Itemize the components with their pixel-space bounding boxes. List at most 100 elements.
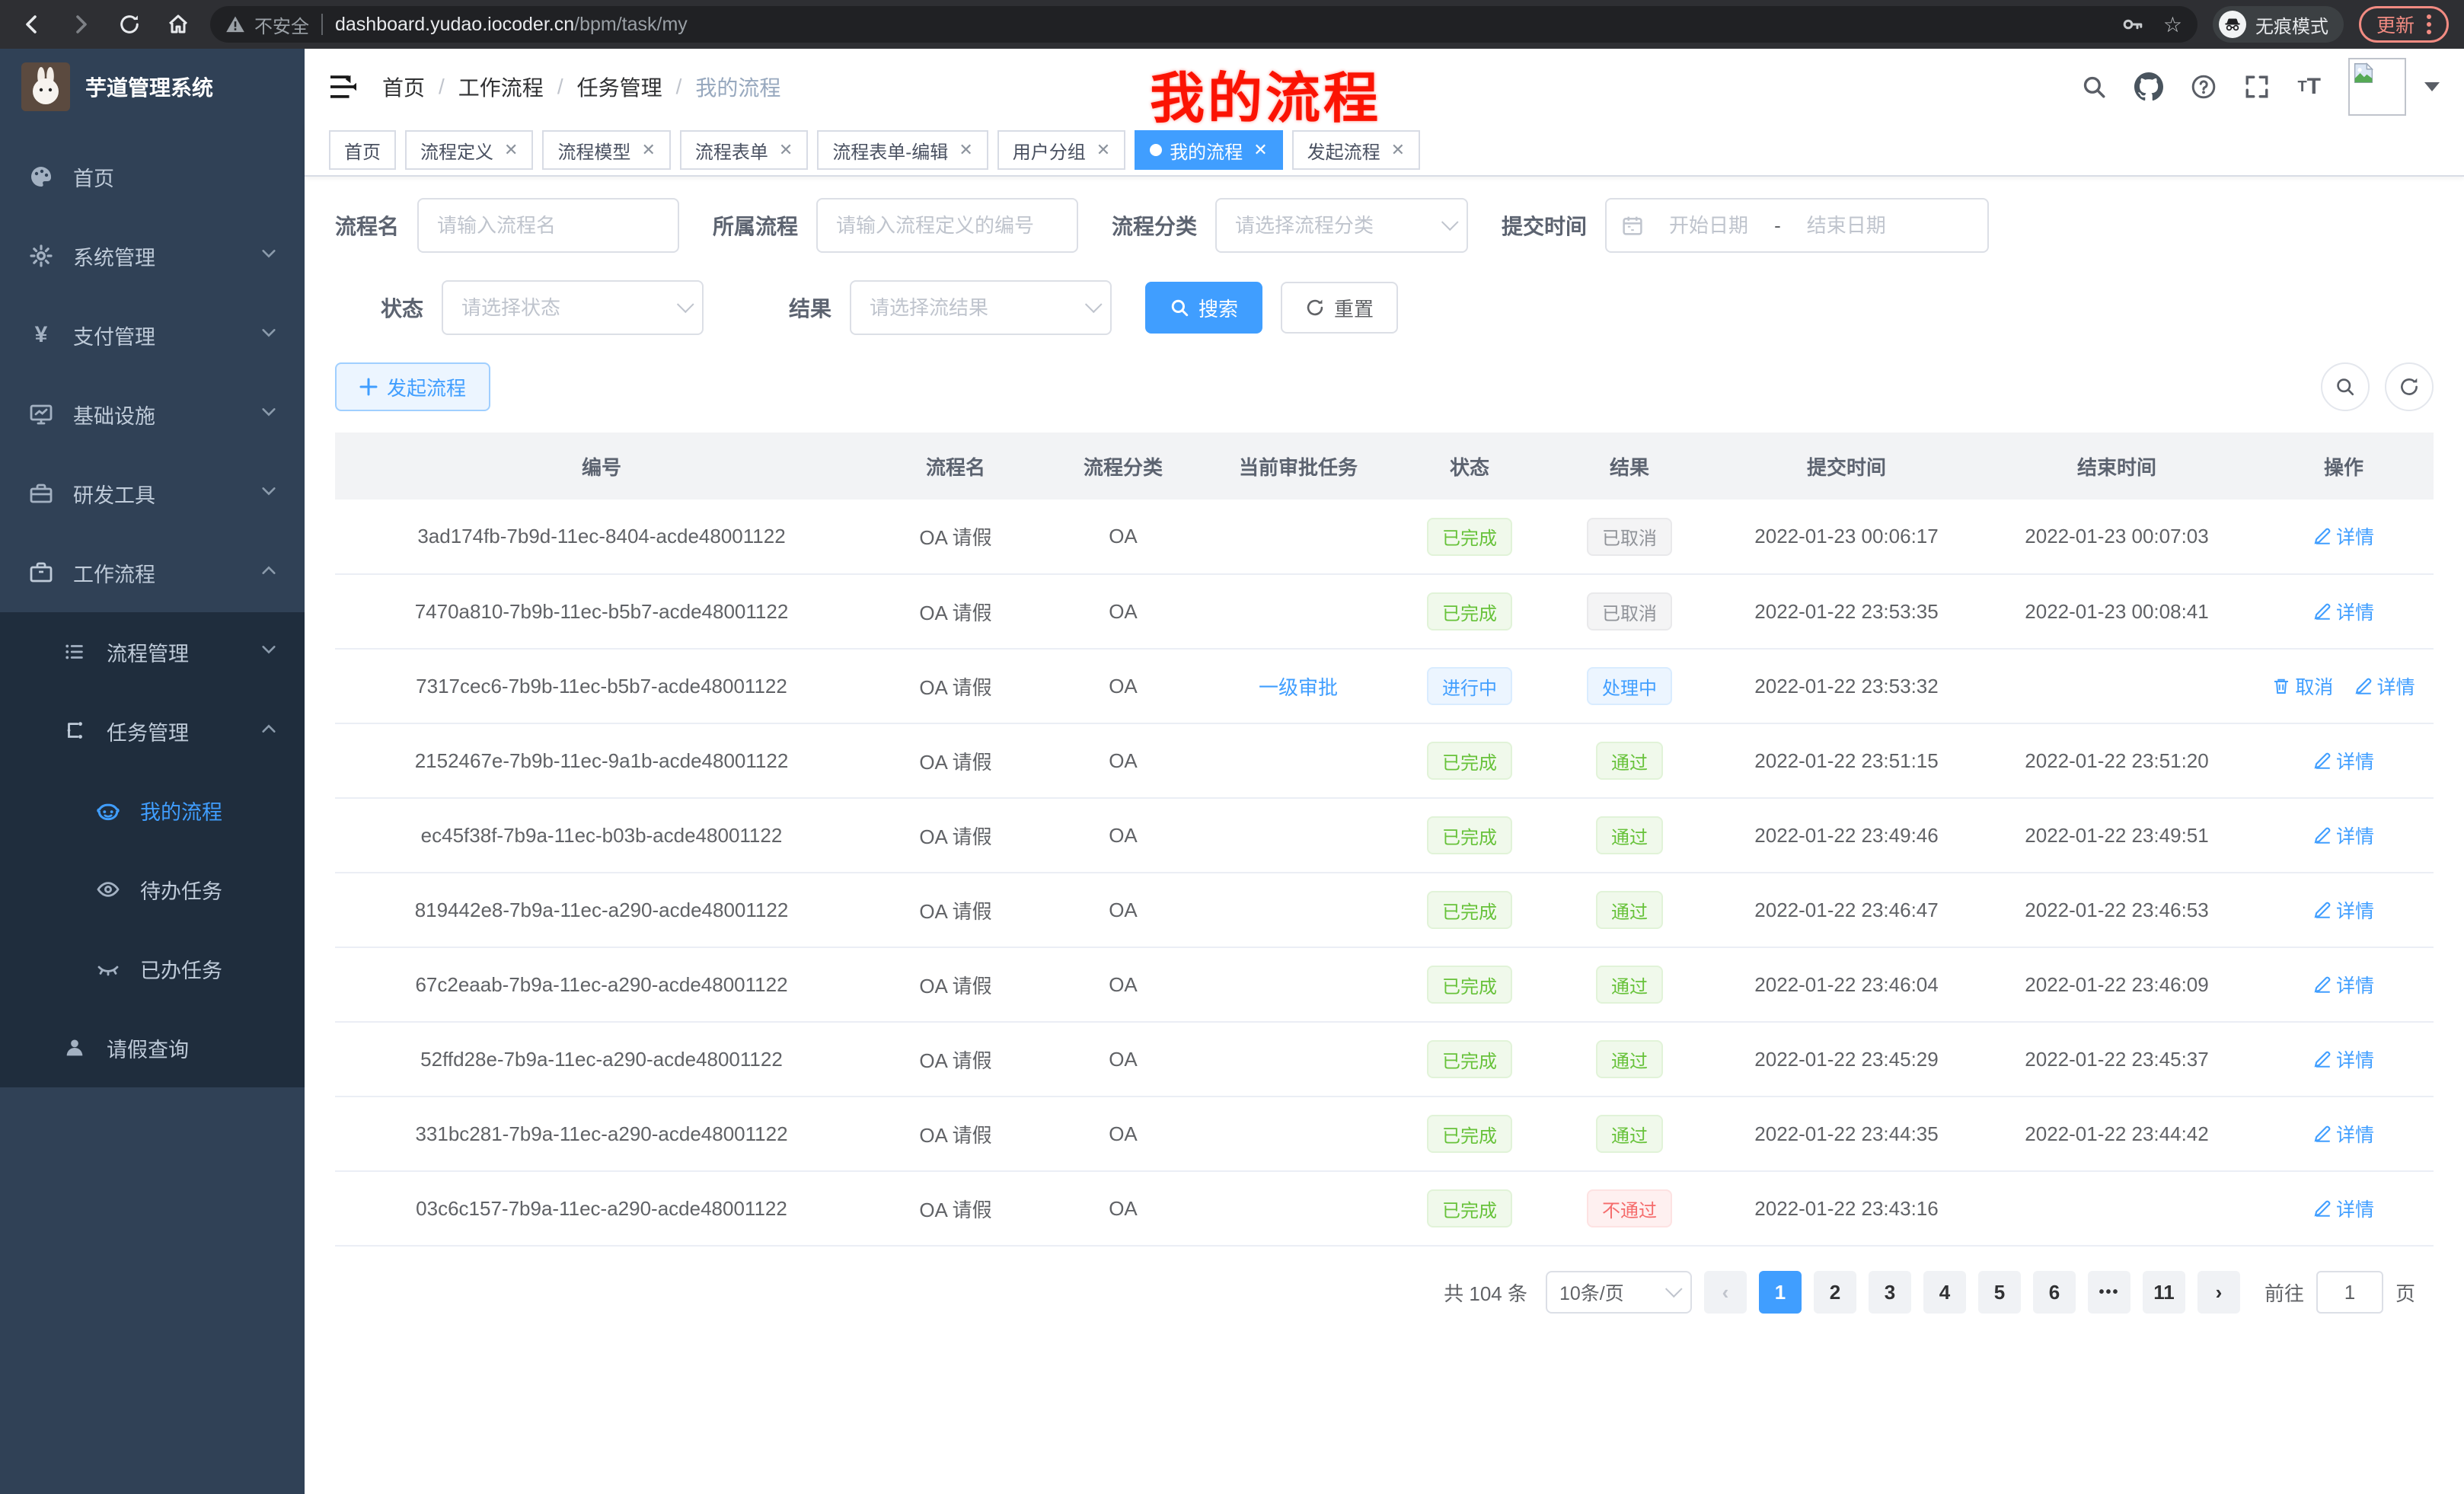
submit-time-range-picker[interactable]: - xyxy=(1605,198,1989,253)
tag-process-form-edit[interactable]: 流程表单-编辑✕ xyxy=(817,130,988,170)
page-button[interactable]: 11 xyxy=(2143,1271,2185,1314)
broken-image-icon xyxy=(2353,62,2374,84)
page-button[interactable]: 3 xyxy=(1869,1271,1911,1314)
sidebar-item-leave-query[interactable]: 请假查询 xyxy=(0,1008,305,1087)
close-icon[interactable]: ✕ xyxy=(959,140,972,160)
detail-link[interactable]: 详情 xyxy=(2313,1120,2374,1148)
chevron-down-icon[interactable] xyxy=(2424,82,2440,91)
detail-link[interactable]: 详情 xyxy=(2313,522,2374,550)
gear-icon xyxy=(27,244,55,268)
col-name: 流程名 xyxy=(868,433,1043,500)
tag-my-process[interactable]: 我的流程✕ xyxy=(1135,130,1282,170)
breadcrumb-item[interactable]: 任务管理 xyxy=(577,72,662,102)
start-process-button[interactable]: 发起流程 xyxy=(335,362,490,411)
page-button[interactable]: 4 xyxy=(1923,1271,1966,1314)
table-header-row: 编号 流程名 流程分类 当前审批任务 状态 结果 提交时间 结束时间 操作 xyxy=(335,433,2434,500)
tag-process-definition[interactable]: 流程定义✕ xyxy=(405,130,533,170)
briefcase-icon xyxy=(27,560,55,585)
goto-page-input[interactable] xyxy=(2316,1271,2383,1314)
search-icon[interactable] xyxy=(2081,74,2107,100)
tag-process-form[interactable]: 流程表单✕ xyxy=(680,130,808,170)
detail-link[interactable]: 详情 xyxy=(2313,747,2374,774)
sidebar-item-done-task[interactable]: 已办任务 xyxy=(0,929,305,1008)
breadcrumb-item[interactable]: 工作流程 xyxy=(458,72,544,102)
bookmark-star-icon[interactable]: ☆ xyxy=(2163,12,2182,37)
page-button[interactable]: 1 xyxy=(1759,1271,1802,1314)
sidebar-logo[interactable]: 芋道管理系统 xyxy=(0,49,305,125)
detail-link[interactable]: 详情 xyxy=(2313,598,2374,625)
more-pages-button[interactable]: ••• xyxy=(2088,1271,2130,1314)
sidebar-item-process-mgmt[interactable]: 流程管理 xyxy=(0,612,305,691)
filter-category-label: 流程分类 xyxy=(1112,210,1197,241)
sidebar-item-infra[interactable]: 基础设施 xyxy=(0,375,305,454)
browser-home-icon[interactable] xyxy=(161,8,195,41)
cancel-link[interactable]: 取消 xyxy=(2272,672,2333,700)
sidebar-item-devtool[interactable]: 研发工具 xyxy=(0,454,305,533)
sidebar-item-payment[interactable]: ¥ 支付管理 xyxy=(0,295,305,375)
detail-link[interactable]: 详情 xyxy=(2313,971,2374,998)
chevron-down-icon xyxy=(260,483,277,504)
detail-link[interactable]: 详情 xyxy=(2313,822,2374,849)
detail-link[interactable]: 详情 xyxy=(2354,672,2415,700)
font-size-icon[interactable]: TT xyxy=(2297,74,2321,100)
security-warning[interactable]: 不安全 xyxy=(225,11,309,38)
page-button[interactable]: 2 xyxy=(1814,1271,1856,1314)
page-size-select[interactable] xyxy=(1546,1271,1692,1314)
category-select[interactable] xyxy=(1215,198,1468,253)
avatar[interactable] xyxy=(2348,58,2406,116)
address-bar[interactable]: 不安全 dashboard.yudao.iocoder.cn/bpm/task/… xyxy=(210,6,2197,43)
browser-update-button[interactable]: 更新 xyxy=(2359,6,2449,43)
tag-user-group[interactable]: 用户分组✕ xyxy=(997,130,1125,170)
fullscreen-icon[interactable] xyxy=(2244,74,2270,100)
page-button[interactable]: 5 xyxy=(1978,1271,2021,1314)
browser-reload-icon[interactable] xyxy=(113,8,146,41)
close-icon[interactable]: ✕ xyxy=(779,140,793,160)
eye-icon xyxy=(94,877,122,902)
filter-name-label: 流程名 xyxy=(335,210,399,241)
sidebar-item-task-mgmt[interactable]: 任务管理 xyxy=(0,691,305,771)
prev-page-button[interactable]: ‹ xyxy=(1704,1271,1747,1314)
breadcrumb-item[interactable]: 首页 xyxy=(382,72,425,102)
toggle-search-button[interactable] xyxy=(2321,362,2370,411)
detail-link[interactable]: 详情 xyxy=(2313,896,2374,924)
result-select[interactable] xyxy=(850,280,1112,335)
col-end-time: 结束时间 xyxy=(1980,433,2254,500)
sidebar-item-system[interactable]: 系统管理 xyxy=(0,216,305,295)
browser-menu-icon[interactable] xyxy=(2427,14,2431,34)
close-icon[interactable]: ✕ xyxy=(1096,140,1110,160)
close-icon[interactable]: ✕ xyxy=(641,140,655,160)
status-select[interactable] xyxy=(442,280,704,335)
sidebar-item-home[interactable]: 首页 xyxy=(0,137,305,216)
refresh-button[interactable] xyxy=(2385,362,2434,411)
page-button[interactable]: 6 xyxy=(2033,1271,2076,1314)
tag-start-process[interactable]: 发起流程✕ xyxy=(1292,130,1420,170)
next-page-button[interactable]: › xyxy=(2197,1271,2240,1314)
sidebar-fold-icon[interactable] xyxy=(329,74,358,100)
sidebar-item-todo-task[interactable]: 待办任务 xyxy=(0,850,305,929)
close-icon[interactable]: ✕ xyxy=(1253,140,1267,160)
red-annotation-text: 我的流程 xyxy=(1150,53,1381,133)
process-definition-input[interactable] xyxy=(816,198,1078,253)
browser-back-icon[interactable] xyxy=(15,8,49,41)
tag-process-model[interactable]: 流程模型✕ xyxy=(542,130,670,170)
detail-link[interactable]: 详情 xyxy=(2313,1195,2374,1222)
search-button[interactable]: 搜索 xyxy=(1145,282,1262,334)
close-icon[interactable]: ✕ xyxy=(504,140,518,160)
sidebar-item-my-process[interactable]: 我的流程 xyxy=(0,771,305,850)
key-icon[interactable] xyxy=(2121,12,2145,37)
help-icon[interactable] xyxy=(2191,74,2217,100)
start-date-input[interactable] xyxy=(1652,214,1765,238)
status-badge: 已完成 xyxy=(1427,518,1512,556)
sidebar-item-workflow[interactable]: 工作流程 xyxy=(0,533,305,612)
end-date-input[interactable] xyxy=(1790,214,1903,238)
github-icon[interactable] xyxy=(2134,72,2163,101)
close-icon[interactable]: ✕ xyxy=(1391,140,1405,160)
result-badge: 通过 xyxy=(1596,742,1663,780)
reset-button[interactable]: 重置 xyxy=(1281,282,1398,334)
table-row: 52ffd28e-7b9a-11ec-a290-acde48001122OA 请… xyxy=(335,1022,2434,1097)
task-link[interactable]: 一级审批 xyxy=(1259,676,1338,699)
tag-home[interactable]: 首页 xyxy=(329,130,396,170)
process-name-input[interactable] xyxy=(417,198,679,253)
detail-link[interactable]: 详情 xyxy=(2313,1045,2374,1073)
browser-forward-icon[interactable] xyxy=(64,8,97,41)
